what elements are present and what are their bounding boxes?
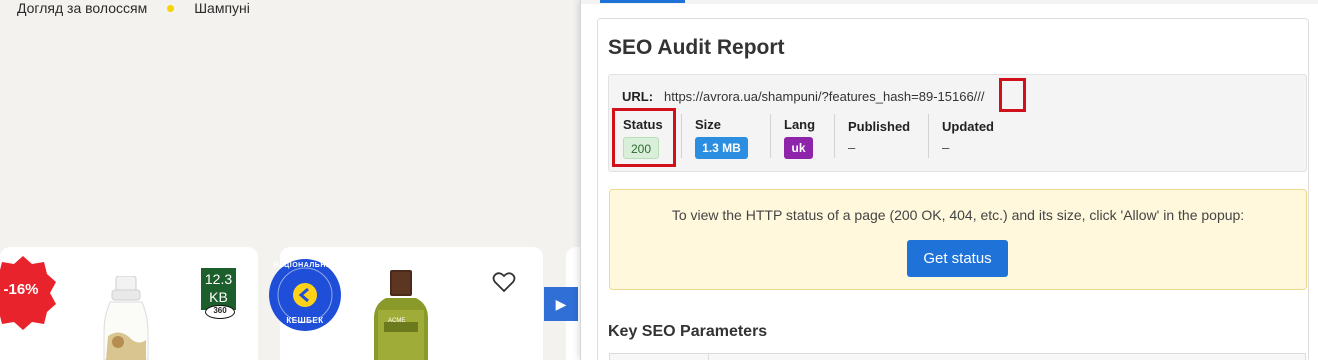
file-size-value: 12.3 xyxy=(204,271,233,287)
column-divider xyxy=(928,114,929,158)
heart-icon[interactable] xyxy=(492,271,516,293)
size-badge: 1.3 MB xyxy=(695,137,748,159)
shop-page: Догляд за волоссям Шампуні -16% 12.3 KB … xyxy=(0,0,580,360)
get-status-button[interactable]: Get status xyxy=(907,240,1008,277)
active-tab-indicator[interactable] xyxy=(600,0,685,3)
cashback-badge-text-top: НАЦІОНАЛЬНИЙ xyxy=(273,262,337,269)
breadcrumb: Догляд за волоссям Шампуні xyxy=(17,0,250,16)
seo-parameters-table xyxy=(609,353,1306,360)
lang-badge: uk xyxy=(784,137,813,159)
status-highlight-box xyxy=(612,108,676,167)
published-value: – xyxy=(848,140,856,155)
column-divider xyxy=(834,114,835,158)
panel-tab-strip xyxy=(581,0,1318,4)
lang-label: Lang xyxy=(784,117,816,132)
report-title: SEO Audit Report xyxy=(608,36,785,59)
file-size-unit: KB xyxy=(209,289,228,305)
view-360-icon[interactable]: 360 xyxy=(205,305,235,319)
cashback-badge-text-bottom: КЕШБЕК xyxy=(286,316,324,325)
url-value: https://avrora.ua/shampuni/?features_has… xyxy=(664,89,985,104)
bottle-brand-label: ACME xyxy=(388,318,406,324)
column-divider xyxy=(770,114,771,158)
column-divider xyxy=(681,114,682,158)
breadcrumb-item-hair-care[interactable]: Догляд за волоссям xyxy=(17,0,147,16)
file-size-badge: 12.3 KB xyxy=(201,268,236,310)
key-seo-parameters-heading: Key SEO Parameters xyxy=(608,323,768,340)
url-label: URL: xyxy=(622,89,654,104)
play-icon[interactable]: ▶ xyxy=(544,287,578,321)
seo-audit-panel: SEO Audit Report URL: https://avrora.ua/… xyxy=(580,0,1318,360)
updated-label: Updated xyxy=(942,119,994,134)
updated-value: – xyxy=(942,140,950,155)
discount-label: -16% xyxy=(3,281,39,298)
table-column-divider xyxy=(708,354,709,360)
notice-text: To view the HTTP status of a page (200 O… xyxy=(671,207,1245,223)
url-highlight-box xyxy=(999,78,1026,112)
breadcrumb-item-shampoos[interactable]: Шампуні xyxy=(194,0,250,16)
shampoo-bottle-image[interactable] xyxy=(100,276,152,360)
size-label: Size xyxy=(695,117,722,132)
shampoo-bottle-image[interactable] xyxy=(370,270,432,360)
published-label: Published xyxy=(848,119,911,134)
breadcrumb-separator-dot xyxy=(167,4,175,12)
